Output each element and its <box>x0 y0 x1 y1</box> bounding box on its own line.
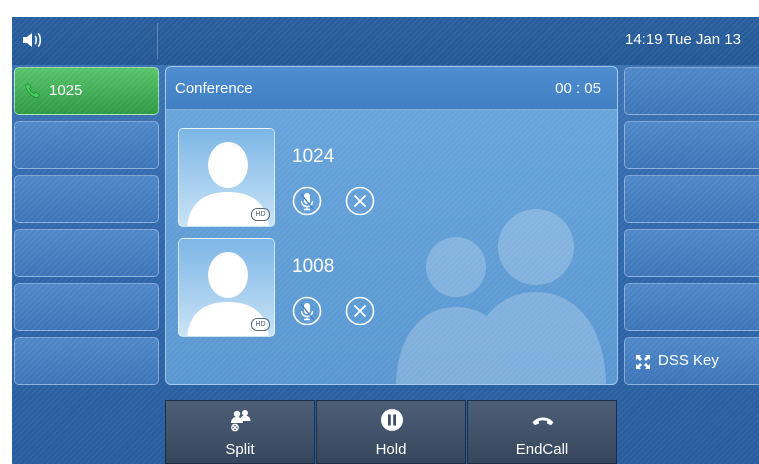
avatar: HD <box>178 128 275 227</box>
dss-key-icon <box>636 355 650 369</box>
pause-icon <box>381 409 403 431</box>
date-time: 14:19 Tue Jan 13 <box>625 31 741 48</box>
participant-number: 1024 <box>292 146 335 167</box>
hold-label: Hold <box>375 441 407 458</box>
right-key-2[interactable] <box>624 121 759 169</box>
line-key-5[interactable] <box>14 283 159 331</box>
right-key-4[interactable] <box>624 229 759 277</box>
line-key-4[interactable] <box>14 229 159 277</box>
conference-header: Conference 00 : 05 <box>166 67 617 110</box>
hd-badge: HD <box>251 318 270 331</box>
hd-badge: HD <box>251 208 270 221</box>
end-call-label: EndCall <box>515 441 569 458</box>
mute-mic-icon[interactable] <box>292 296 322 326</box>
speaker-icon[interactable] <box>21 30 43 50</box>
avatar: HD <box>178 238 275 337</box>
right-key-3[interactable] <box>624 175 759 223</box>
end-call-button[interactable]: EndCall <box>467 400 617 464</box>
line-key-6[interactable] <box>14 337 159 385</box>
hold-button[interactable]: Hold <box>316 400 466 464</box>
end-call-icon <box>532 417 554 426</box>
participant-1024: HD 1024 <box>178 128 598 228</box>
conference-title: Conference <box>175 80 253 97</box>
conference-panel: Conference 00 : 05 HD 1024 HD 1008 <box>165 66 618 385</box>
line-key-2[interactable] <box>14 121 159 169</box>
phone-handset-icon <box>25 83 40 98</box>
dss-key[interactable]: DSS Key <box>624 337 759 385</box>
phone-screen: 14:19 Tue Jan 13 1025 DSS Key Conference… <box>12 17 759 464</box>
split-icon <box>231 410 251 432</box>
call-timer: 00 : 05 <box>555 80 601 97</box>
remove-icon[interactable] <box>345 186 375 216</box>
status-bar: 14:19 Tue Jan 13 <box>12 17 759 65</box>
participant-1008: HD 1008 <box>178 238 598 338</box>
right-key-5[interactable] <box>624 283 759 331</box>
softkey-bar: Split Hold EndCall <box>165 400 618 464</box>
participant-number: 1008 <box>292 256 335 277</box>
split-label: Split <box>225 441 255 458</box>
remove-icon[interactable] <box>345 296 375 326</box>
split-button[interactable]: Split <box>165 400 315 464</box>
mute-mic-icon[interactable] <box>292 186 322 216</box>
line-key-label: 1025 <box>49 82 83 99</box>
line-key-1025[interactable]: 1025 <box>14 67 159 115</box>
line-key-3[interactable] <box>14 175 159 223</box>
status-divider <box>157 23 158 59</box>
right-key-1[interactable] <box>624 67 759 115</box>
dss-key-label: DSS Key <box>658 352 719 369</box>
